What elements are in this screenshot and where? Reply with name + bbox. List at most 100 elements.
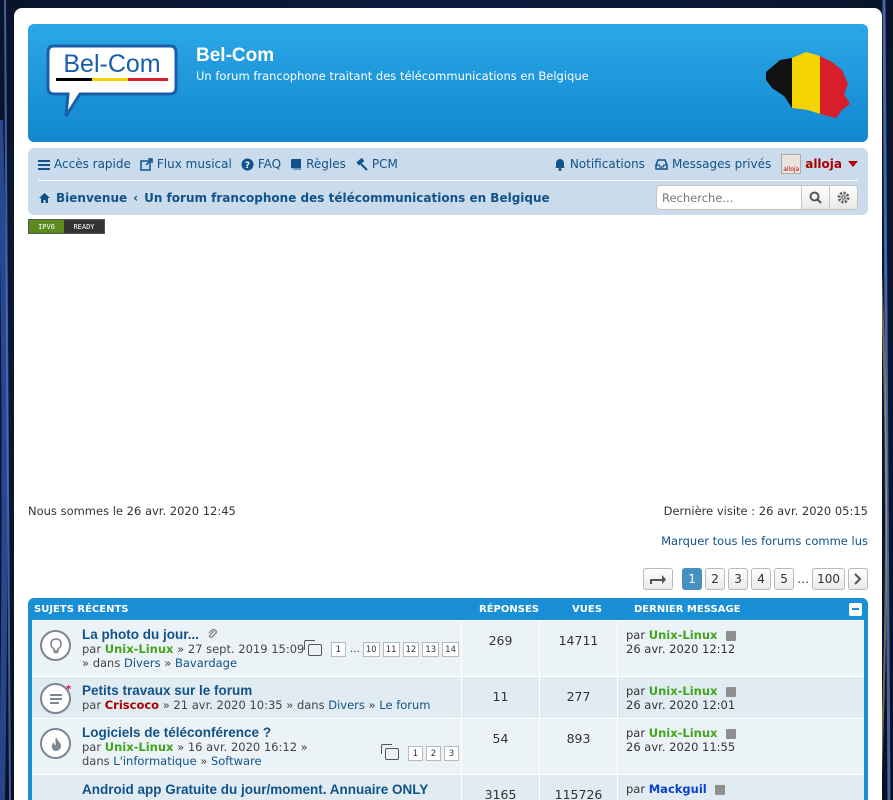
- view-latest-icon[interactable]: [715, 784, 726, 795]
- inbox-icon: [655, 158, 668, 170]
- topic-author[interactable]: Unix-Linux: [105, 740, 174, 754]
- pagination-ellipsis: …: [797, 572, 810, 586]
- forum-link[interactable]: L'informatique: [113, 754, 196, 768]
- question-circle-icon: ?: [241, 158, 254, 171]
- view-latest-icon[interactable]: [726, 686, 737, 697]
- next-page-button[interactable]: [848, 568, 868, 590]
- gear-icon: [837, 191, 850, 204]
- topic-title[interactable]: La photo du jour...: [82, 627, 199, 642]
- forum-separator: »: [368, 698, 376, 712]
- last-post: par Unix-Linux 26 avr. 2020 12:12: [618, 621, 864, 676]
- topic-date: » 27 sept. 2019 15:09: [177, 642, 305, 656]
- topic-page-button[interactable]: 11: [382, 642, 400, 657]
- topic-page-button[interactable]: 2: [426, 746, 441, 761]
- nav-quick-access-label: Accès rapide: [54, 157, 131, 171]
- mark-all-read-link[interactable]: Marquer tous les forums comme lus: [661, 534, 868, 548]
- topic-title[interactable]: Android app Gratuite du jour/moment. Ann…: [82, 782, 428, 797]
- views-count: 893: [540, 719, 618, 774]
- subforum-link[interactable]: Software: [211, 754, 262, 768]
- last-post-author[interactable]: Unix-Linux: [649, 726, 718, 740]
- last-post-author[interactable]: Unix-Linux: [649, 628, 718, 642]
- nav-faq[interactable]: ? FAQ: [241, 157, 281, 171]
- page-3-button[interactable]: 3: [728, 568, 749, 590]
- nav-pcm-label: PCM: [371, 157, 398, 171]
- forum-link[interactable]: Divers: [328, 698, 365, 712]
- topic-page-button[interactable]: 10: [362, 642, 380, 657]
- breadcrumb-home[interactable]: Bienvenue: [56, 191, 127, 205]
- subforum-link[interactable]: Le forum: [379, 698, 430, 712]
- site-title[interactable]: Bel-Com: [196, 45, 274, 67]
- page-4-button[interactable]: 4: [751, 568, 772, 590]
- pages-icon: [381, 743, 399, 760]
- topic-by: par: [82, 740, 102, 754]
- view-latest-icon[interactable]: [726, 728, 737, 739]
- search-icon: [809, 191, 822, 204]
- user-menu[interactable]: alloja alloja: [781, 154, 858, 174]
- breadcrumb-current[interactable]: Un forum francophone des télécommunicati…: [144, 191, 550, 205]
- subforum-link[interactable]: Bavardage: [175, 656, 237, 670]
- last-post-by: par: [626, 782, 646, 796]
- table-row: * Petits travaux sur le forum par Crisco…: [32, 676, 864, 718]
- forum-separator: »: [164, 656, 172, 670]
- topic-page-button[interactable]: 1: [408, 746, 423, 761]
- page-container: Bel-Com Bel-Com Un forum francophone tra…: [14, 8, 882, 800]
- topic-author[interactable]: Criscoco: [105, 698, 159, 712]
- ipv6-ready-badge[interactable]: IPV6 READY: [28, 219, 105, 234]
- topic-pagination: 1 2 3: [381, 743, 459, 761]
- nav-rules[interactable]: Règles: [290, 157, 346, 171]
- last-post-date: 26 avr. 2020 12:01: [626, 698, 736, 712]
- header-views: VUES: [572, 603, 602, 615]
- page-2-button[interactable]: 2: [705, 568, 726, 590]
- header-last-post: DERNIER MESSAGE: [634, 603, 741, 615]
- replies-count: 11: [462, 677, 540, 718]
- nav-pcm[interactable]: PCM: [355, 157, 398, 171]
- last-post-author[interactable]: Mackguil: [649, 782, 707, 796]
- last-post-author[interactable]: Unix-Linux: [649, 684, 718, 698]
- view-latest-icon[interactable]: [726, 630, 737, 641]
- replies-count: 54: [462, 719, 540, 774]
- collapse-button[interactable]: [849, 602, 862, 616]
- forum-separator: »: [200, 754, 208, 768]
- nav-quick-access[interactable]: Accès rapide: [38, 157, 131, 171]
- nav-music-stream-label: Flux musical: [156, 157, 232, 171]
- site-logo[interactable]: Bel-Com: [46, 40, 178, 122]
- table-row: La photo du jour... par Unix-Linux » 27 …: [32, 620, 864, 676]
- forum-link[interactable]: Divers: [124, 656, 161, 670]
- page-1-button[interactable]: 1: [682, 568, 703, 590]
- topic-page-button[interactable]: 12: [402, 642, 420, 657]
- breadcrumb-separator: ‹: [133, 190, 139, 205]
- topic-title[interactable]: Logiciels de téléconférence ?: [82, 725, 271, 740]
- search-input[interactable]: Recherche...: [656, 185, 802, 210]
- topic-title[interactable]: Petits travaux sur le forum: [82, 683, 252, 698]
- page-last-button[interactable]: 100: [812, 568, 845, 590]
- breadcrumb: Bienvenue ‹ Un forum francophone des tél…: [38, 191, 550, 205]
- nav-notifications[interactable]: Notifications: [554, 157, 645, 171]
- nav-music-stream[interactable]: Flux musical: [140, 157, 232, 171]
- advanced-search-button[interactable]: [830, 185, 858, 210]
- last-post-date: 26 avr. 2020 11:55: [626, 740, 736, 754]
- share-arrow-icon: [650, 575, 667, 584]
- nav-notifications-label: Notifications: [569, 157, 645, 171]
- recent-topics-table: SUJETS RÉCENTS RÉPONSES VUES DERNIER MES…: [28, 598, 868, 800]
- views-count: 115726: [540, 775, 618, 800]
- topic-pagination: 1 … 10 11 12 13 14: [303, 639, 459, 657]
- nav-private-messages[interactable]: Messages privés: [655, 157, 771, 171]
- menu-icon: [38, 159, 50, 170]
- last-post-by: par: [626, 684, 646, 698]
- site-description: Un forum francophone traitant des téléco…: [196, 69, 589, 83]
- topic-page-button[interactable]: 3: [444, 746, 459, 761]
- svg-text:?: ?: [245, 161, 250, 171]
- chevron-right-icon: [854, 573, 862, 585]
- username: alloja: [805, 157, 842, 171]
- header-topics: SUJETS RÉCENTS: [34, 603, 129, 615]
- last-post-by: par: [626, 628, 646, 642]
- page-5-button[interactable]: 5: [774, 568, 795, 590]
- topic-page-button[interactable]: 13: [422, 642, 440, 657]
- topic-author[interactable]: Unix-Linux: [105, 642, 174, 656]
- table-header: SUJETS RÉCENTS RÉPONSES VUES DERNIER MES…: [32, 598, 864, 620]
- topic-location-prefix: » dans: [82, 656, 121, 670]
- topic-page-button[interactable]: 1: [330, 642, 346, 657]
- topic-page-button[interactable]: 14: [442, 642, 459, 657]
- jump-to-page-button[interactable]: [643, 568, 674, 590]
- search-button[interactable]: [802, 185, 830, 210]
